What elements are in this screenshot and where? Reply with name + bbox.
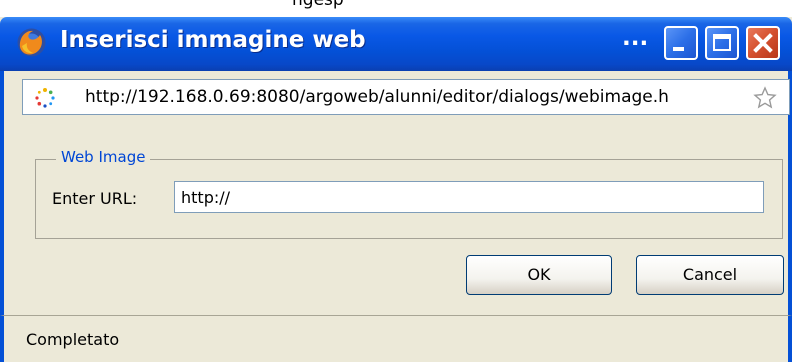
fieldset-legend: Web Image: [56, 148, 151, 166]
close-button[interactable]: [746, 26, 780, 60]
cancel-button[interactable]: Cancel: [636, 255, 784, 295]
minimize-button[interactable]: [664, 26, 698, 60]
maximize-icon: [713, 34, 731, 51]
url-input[interactable]: [174, 181, 764, 213]
bookmark-star-icon[interactable]: [753, 86, 777, 110]
dialog-content: Web Image Enter URL: OK Cancel: [0, 121, 792, 315]
url-label: Enter URL:: [52, 189, 138, 208]
background-page-strip: ngesp: [0, 0, 792, 17]
status-bar: Completato: [0, 315, 792, 362]
loading-spinner-icon: [33, 86, 57, 110]
title-ellipsis: ...: [622, 25, 649, 51]
background-page-text: ngesp: [292, 0, 344, 10]
address-bar[interactable]: http://192.168.0.69:8080/argoweb/alunni/…: [22, 79, 790, 115]
maximize-button[interactable]: [705, 26, 739, 60]
window-titlebar[interactable]: Inserisci immagine web ...: [0, 17, 792, 71]
ok-button[interactable]: OK: [466, 255, 612, 295]
minimize-icon: [673, 47, 684, 51]
page-url: http://192.168.0.69:8080/argoweb/alunni/…: [85, 87, 669, 107]
address-bar-area: http://192.168.0.69:8080/argoweb/alunni/…: [0, 71, 792, 121]
close-icon: [753, 33, 773, 53]
firefox-icon: [16, 27, 47, 58]
window-title: Inserisci immagine web: [60, 27, 366, 53]
status-text: Completato: [26, 330, 120, 349]
